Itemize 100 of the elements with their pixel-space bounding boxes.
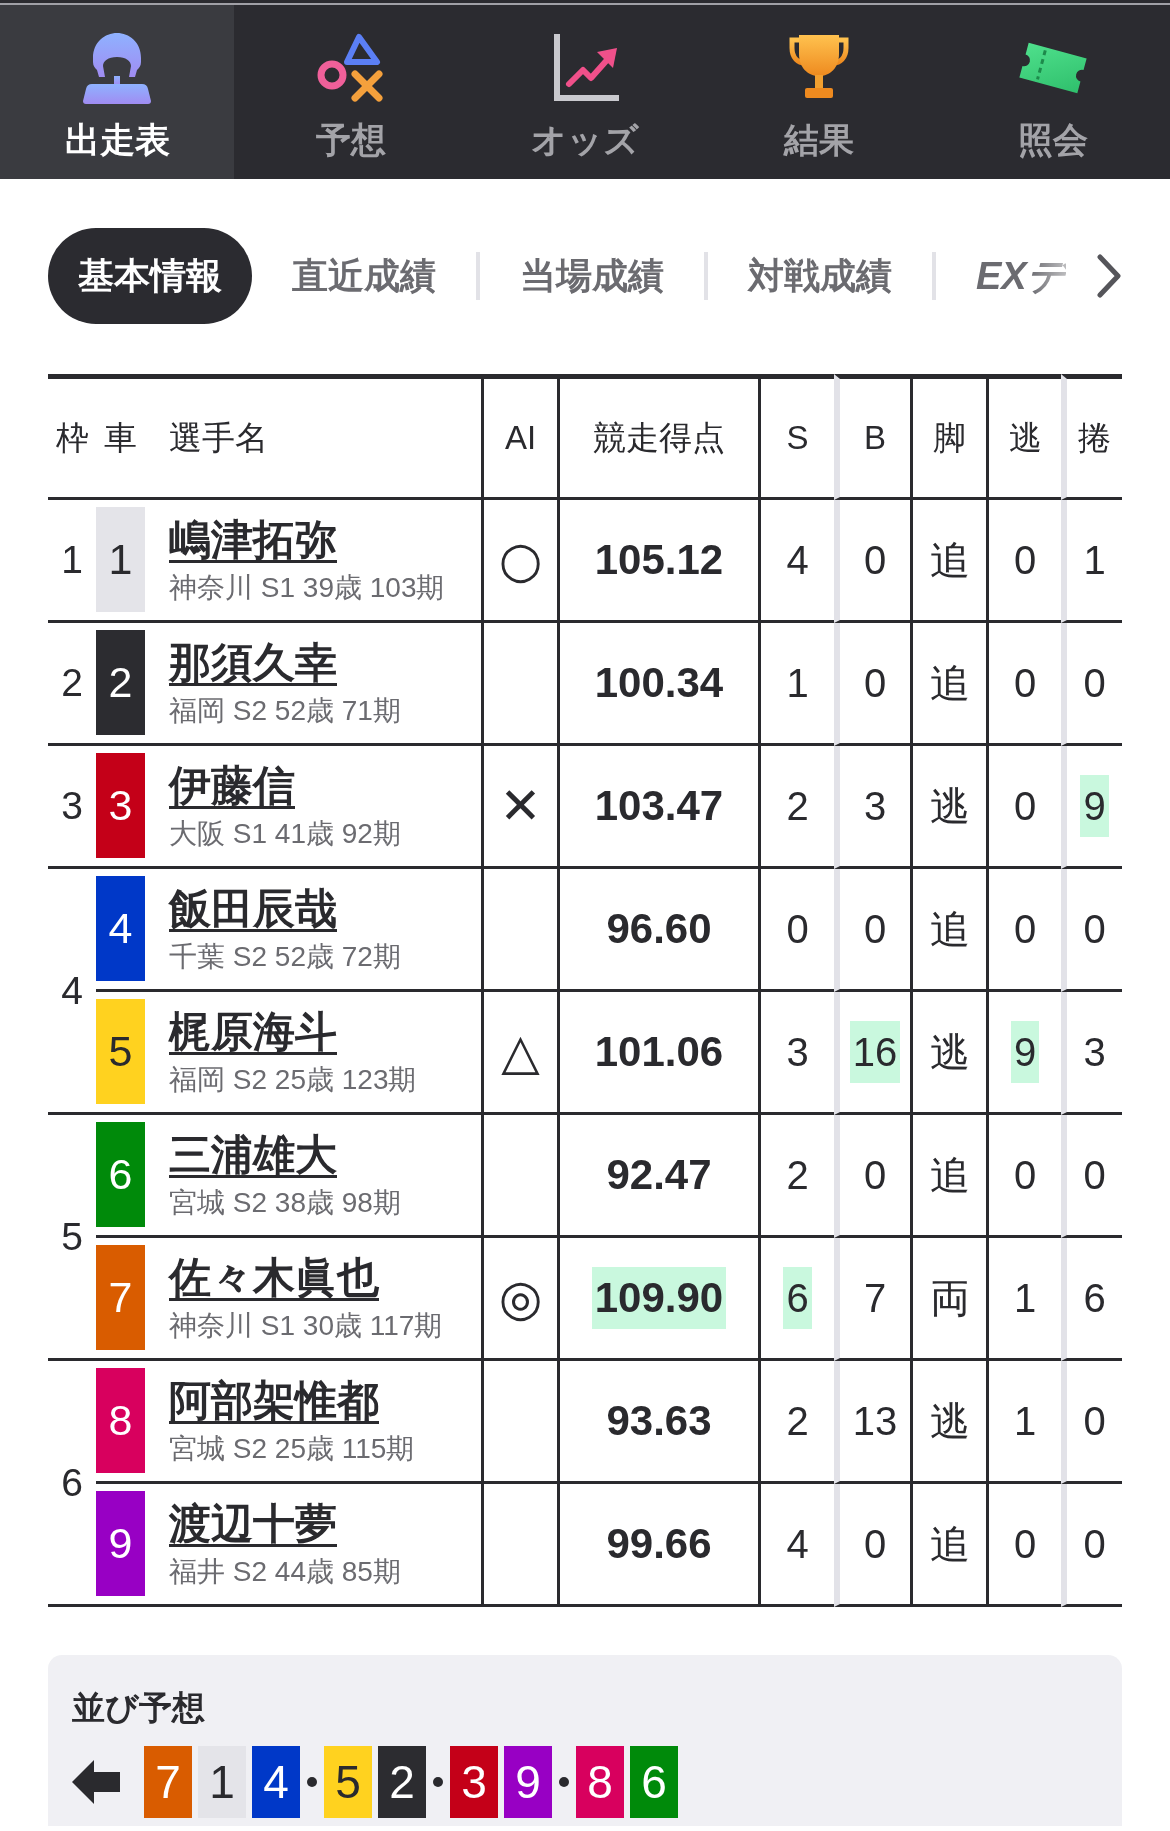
score-value: 101.06 (593, 1027, 725, 1077)
car-number: 4 (252, 1746, 300, 1818)
car-number: 9 (96, 1491, 145, 1596)
frame-number: 2 (61, 661, 83, 704)
rider-profile: 宮城 S2 25歳 115期 (169, 1432, 416, 1466)
stat-value: 0 (862, 1521, 888, 1568)
column-header: 選手名 (169, 418, 268, 456)
rider-name-link[interactable]: 三浦雄大 (169, 1130, 337, 1180)
person-icon (81, 32, 153, 104)
score-value: 99.66 (605, 1519, 713, 1569)
stat-value: 13 (851, 1398, 899, 1445)
rider-name-link[interactable]: 梶原海斗 (169, 1007, 337, 1057)
stat-value: 0 (1082, 906, 1107, 953)
column-header: 逃 (1008, 418, 1042, 456)
stat-value: 3 (785, 1029, 810, 1076)
ai-mark: △ (501, 1022, 540, 1082)
info-tab[interactable]: 直近成績 (252, 228, 476, 324)
score-value: 100.34 (593, 658, 725, 708)
frame-number: 4 (61, 968, 83, 1012)
stat-value: 逃 (928, 783, 971, 830)
column-header: B (864, 419, 886, 456)
rider-name-link[interactable]: 渡辺十夢 (169, 1499, 337, 1549)
chevron-right-icon (1096, 254, 1122, 298)
ai-mark: ○ (498, 530, 543, 590)
stat-value: 0 (785, 906, 810, 953)
stat-value: 2 (785, 783, 810, 830)
stat-value: 0 (1012, 906, 1038, 953)
stat-value: 1 (1012, 1398, 1038, 1445)
stat-value: 0 (862, 1152, 888, 1199)
info-tab[interactable]: 当場成績 (480, 228, 704, 324)
stat-value: 2 (785, 1152, 810, 1199)
separator-dot-icon (433, 1777, 443, 1787)
rider-profile: 福岡 S2 52歳 71期 (169, 694, 402, 728)
car-number: 8 (96, 1368, 145, 1473)
stat-value: 逃 (928, 1029, 971, 1076)
column-header: 脚 (933, 418, 966, 456)
nav-tab[interactable]: 出走表 (0, 5, 234, 179)
stat-value: 0 (1012, 1152, 1038, 1199)
stat-value: 逃 (928, 1398, 971, 1445)
stat-value: 追 (928, 1521, 971, 1568)
nav-tab[interactable]: 照会 (936, 5, 1170, 179)
stat-value: 1 (1082, 537, 1107, 584)
stat-value: 9 (1010, 1021, 1040, 1083)
stat-value: 0 (1012, 1521, 1038, 1568)
rider-name-link[interactable]: 那須久幸 (169, 638, 337, 688)
car-number: 3 (450, 1746, 498, 1818)
stat-value: 追 (928, 1152, 971, 1199)
frame-number: 6 (61, 1460, 83, 1504)
car-number: 6 (630, 1746, 678, 1818)
car-number: 1 (198, 1746, 246, 1818)
car-number: 8 (576, 1746, 624, 1818)
rider-name-link[interactable]: 伊藤信 (169, 761, 295, 811)
rider-profile: 千葉 S2 52歳 72期 (169, 940, 402, 974)
frame-number: 1 (61, 538, 83, 581)
stat-value: 0 (1082, 1398, 1107, 1445)
car-number: 5 (324, 1746, 372, 1818)
stat-value: 0 (1012, 660, 1038, 707)
car-number: 9 (504, 1746, 552, 1818)
stat-value: 0 (862, 906, 888, 953)
stat-value: 0 (862, 660, 888, 707)
stat-value: 3 (862, 783, 888, 830)
car-number: 7 (96, 1245, 145, 1350)
stat-value: 0 (1082, 1152, 1107, 1199)
nav-tab[interactable]: オッズ (468, 5, 702, 179)
rider-name-link[interactable]: 阿部架惟都 (169, 1376, 379, 1426)
rider-name-link[interactable]: 佐々木眞也 (169, 1253, 379, 1303)
left-arrow-icon (72, 1759, 120, 1805)
score-value: 93.63 (605, 1396, 713, 1446)
stat-value: 9 (1080, 775, 1109, 837)
frame-number: 3 (61, 784, 83, 827)
stat-value: 両 (928, 1275, 971, 1322)
stat-value: 0 (1082, 1521, 1107, 1568)
scroll-right-button[interactable] (1096, 254, 1122, 298)
car-number: 2 (378, 1746, 426, 1818)
score-value: 103.47 (593, 781, 725, 831)
stat-value: 0 (1012, 537, 1038, 584)
info-tab[interactable]: 基本情報 (48, 228, 252, 324)
nav-tab[interactable]: 予想 (234, 5, 468, 179)
stat-value: 追 (928, 906, 971, 953)
car-number: 4 (96, 876, 145, 981)
rider-profile: 神奈川 S1 30歳 117期 (169, 1309, 444, 1343)
column-header: 車 (104, 418, 137, 456)
rider-name-link[interactable]: 飯田辰哉 (169, 884, 337, 934)
nav-tab[interactable]: 結果 (702, 5, 936, 179)
rider-profile: 福井 S2 44歳 85期 (169, 1555, 402, 1589)
stat-value: 1 (785, 660, 810, 707)
frame-number: 5 (61, 1214, 83, 1258)
stat-value: 16 (849, 1021, 901, 1083)
car-number: 5 (96, 999, 145, 1104)
lineup-title: 並び予想 (72, 1689, 206, 1727)
score-value: 105.12 (593, 535, 725, 585)
stat-value: 0 (1012, 783, 1038, 830)
rider-name-link[interactable]: 嶋津拓弥 (169, 515, 337, 565)
stat-value: 6 (783, 1267, 812, 1329)
info-tab[interactable]: 対戦成績 (708, 228, 932, 324)
car-number: 2 (96, 630, 145, 735)
separator-dot-icon (307, 1777, 317, 1787)
column-header: S (786, 419, 809, 456)
score-value: 92.47 (605, 1150, 713, 1200)
car-number: 6 (96, 1122, 145, 1227)
